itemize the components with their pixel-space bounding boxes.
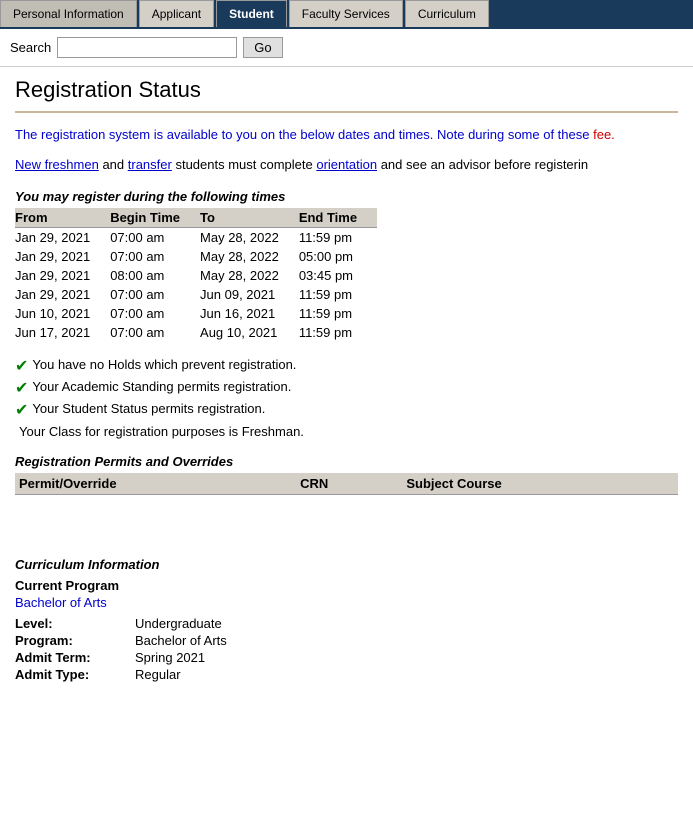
title-divider bbox=[15, 111, 678, 113]
search-label: Search bbox=[10, 40, 51, 55]
permits-header-row: Permit/Override CRN Subject Course bbox=[15, 473, 678, 495]
curriculum-section: Curriculum Information Current Program B… bbox=[15, 557, 678, 682]
reg-times-table: From Begin Time To End Time Jan 29, 2021… bbox=[15, 208, 377, 342]
curriculum-row-value: Undergraduate bbox=[135, 616, 222, 631]
main-content: Registration Status The registration sys… bbox=[0, 67, 693, 694]
freshmen-text2: students must complete bbox=[175, 157, 316, 172]
class-status-text: Your Class for registration purposes is … bbox=[19, 424, 678, 439]
col-begin-time: Begin Time bbox=[110, 208, 200, 228]
table-row: Jun 17, 202107:00 amAug 10, 202111:59 pm bbox=[15, 323, 377, 342]
current-program-label: Current Program bbox=[15, 578, 678, 593]
status-academic-text: Your Academic Standing permits registrat… bbox=[32, 379, 291, 394]
search-go-button[interactable]: Go bbox=[243, 37, 282, 58]
search-input[interactable] bbox=[57, 37, 237, 58]
table-row: Jan 29, 202107:00 amMay 28, 202211:59 pm bbox=[15, 228, 377, 248]
curriculum-row: Program:Bachelor of Arts bbox=[15, 633, 678, 648]
check-icon-academic: ✔ bbox=[15, 379, 28, 398]
curriculum-row: Admit Type:Regular bbox=[15, 667, 678, 682]
status-holds-text: You have no Holds which prevent registra… bbox=[32, 357, 296, 372]
orientation-link[interactable]: orientation bbox=[316, 157, 377, 172]
info-main-text: The registration system is available to … bbox=[15, 127, 589, 142]
curriculum-row-label: Program: bbox=[15, 633, 135, 648]
tab-student[interactable]: Student bbox=[216, 0, 287, 27]
check-icon-holds: ✔ bbox=[15, 357, 28, 376]
permits-section: Registration Permits and Overrides Permi… bbox=[15, 454, 678, 537]
col-to: To bbox=[200, 208, 299, 228]
status-check-student: ✔ Your Student Status permits registrati… bbox=[15, 401, 678, 420]
status-student-text: Your Student Status permits registration… bbox=[32, 401, 265, 416]
tab-personal-information[interactable]: Personal Information bbox=[0, 0, 137, 27]
tab-applicant[interactable]: Applicant bbox=[139, 0, 214, 27]
search-bar: Search Go bbox=[0, 29, 693, 67]
curriculum-title: Curriculum Information bbox=[15, 557, 678, 572]
curriculum-row-label: Admit Type: bbox=[15, 667, 135, 682]
curriculum-row-label: Admit Term: bbox=[15, 650, 135, 665]
registration-times-section: You may register during the following ti… bbox=[15, 189, 678, 342]
curriculum-row: Level:Undergraduate bbox=[15, 616, 678, 631]
table-row: Jan 29, 202108:00 amMay 28, 202203:45 pm bbox=[15, 266, 377, 285]
permits-table: Permit/Override CRN Subject Course bbox=[15, 473, 678, 537]
reg-times-title: You may register during the following ti… bbox=[15, 189, 678, 204]
nav-tabs: Personal Information Applicant Student F… bbox=[0, 0, 693, 29]
curriculum-row: Admit Term:Spring 2021 bbox=[15, 650, 678, 665]
check-icon-student: ✔ bbox=[15, 401, 28, 420]
table-row: Jan 29, 202107:00 amJun 09, 202111:59 pm bbox=[15, 285, 377, 304]
status-checks: ✔ You have no Holds which prevent regist… bbox=[15, 357, 678, 439]
curriculum-row-value: Bachelor of Arts bbox=[135, 633, 227, 648]
transfer-link[interactable]: transfer bbox=[128, 157, 172, 172]
status-check-academic: ✔ Your Academic Standing permits registr… bbox=[15, 379, 678, 398]
current-program-value: Bachelor of Arts bbox=[15, 595, 678, 610]
tab-faculty-services[interactable]: Faculty Services bbox=[289, 0, 403, 27]
curriculum-row-label: Level: bbox=[15, 616, 135, 631]
freshmen-text: New freshmen and transfer students must … bbox=[15, 155, 678, 175]
info-text: The registration system is available to … bbox=[15, 125, 678, 145]
col-subject-course: Subject Course bbox=[402, 473, 678, 495]
reg-times-header-row: From Begin Time To End Time bbox=[15, 208, 377, 228]
col-end-time: End Time bbox=[299, 208, 377, 228]
page-title: Registration Status bbox=[15, 77, 678, 103]
info-note: fee. bbox=[593, 127, 615, 142]
table-row: Jan 29, 202107:00 amMay 28, 202205:00 pm bbox=[15, 247, 377, 266]
curriculum-rows: Level:UndergraduateProgram:Bachelor of A… bbox=[15, 616, 678, 682]
permits-empty-row2 bbox=[15, 516, 678, 537]
freshmen-and: and bbox=[102, 157, 127, 172]
permits-title: Registration Permits and Overrides bbox=[15, 454, 678, 469]
curriculum-row-value: Regular bbox=[135, 667, 181, 682]
col-permit-override: Permit/Override bbox=[15, 473, 296, 495]
status-check-holds: ✔ You have no Holds which prevent regist… bbox=[15, 357, 678, 376]
tab-curriculum[interactable]: Curriculum bbox=[405, 0, 489, 27]
col-crn: CRN bbox=[296, 473, 402, 495]
permits-empty-row bbox=[15, 494, 678, 516]
col-from: From bbox=[15, 208, 110, 228]
table-row: Jun 10, 202107:00 amJun 16, 202111:59 pm bbox=[15, 304, 377, 323]
curriculum-row-value: Spring 2021 bbox=[135, 650, 205, 665]
freshmen-text3: and see an advisor before registerin bbox=[381, 157, 588, 172]
new-freshmen-link[interactable]: New freshmen bbox=[15, 157, 99, 172]
